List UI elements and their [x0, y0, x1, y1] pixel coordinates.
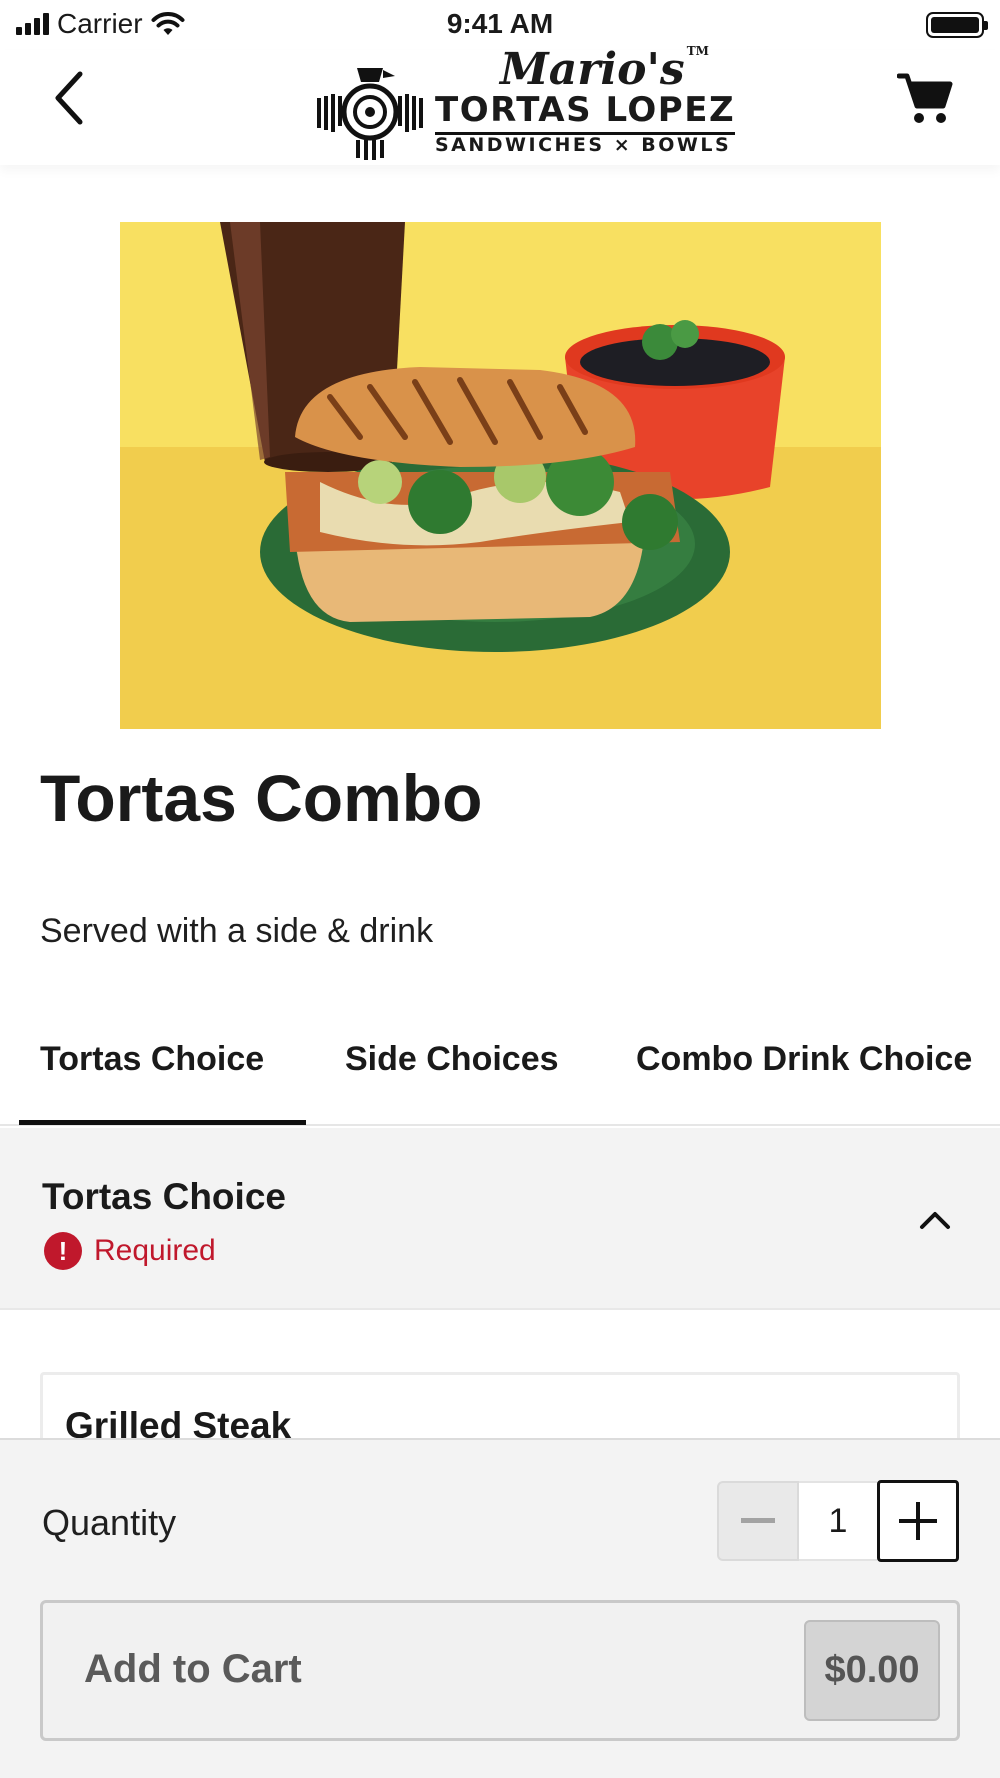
shopping-cart-icon [897, 73, 953, 123]
required-indicator: ! Required [44, 1232, 216, 1270]
cart-footer: Quantity 1 Add to Cart $0.00 [0, 1438, 1000, 1778]
price-badge: $0.00 [804, 1620, 940, 1721]
section-title: Tortas Choice [42, 1176, 286, 1217]
back-button[interactable] [40, 68, 100, 128]
tab-tortas-choice[interactable]: Tortas Choice [40, 1040, 264, 1079]
add-to-cart-label: Add to Cart [84, 1647, 302, 1691]
product-description: Served with a side & drink [40, 912, 434, 950]
alert-icon: ! [44, 1232, 82, 1270]
minus-icon [741, 1518, 775, 1523]
tab-combo-drink-choice[interactable]: Combo Drink Choice [636, 1040, 972, 1079]
logo-name: TORTAS LOPEZ [435, 90, 736, 135]
plus-icon [899, 1502, 937, 1540]
add-to-cart-button[interactable]: Add to Cart $0.00 [40, 1600, 960, 1741]
collapse-toggle[interactable] [910, 1200, 960, 1240]
increment-button[interactable] [877, 1480, 959, 1562]
logo-tagline: SANDWICHES × BOWLS [435, 134, 732, 156]
quantity-value: 1 [799, 1481, 877, 1561]
section-header-tortas-choice[interactable]: Tortas Choice ! Required [0, 1128, 1000, 1310]
option-tabs: Tortas Choice Side Choices Combo Drink C… [0, 1020, 1000, 1126]
status-time: 9:41 AM [446, 8, 554, 39]
battery-icon [926, 12, 988, 38]
required-label: Required [94, 1234, 216, 1267]
decrement-button[interactable] [717, 1481, 799, 1561]
chevron-left-icon [55, 71, 83, 125]
product-title: Tortas Combo [40, 761, 483, 835]
torta-combo-photo [120, 222, 881, 729]
quantity-label: Quantity [42, 1502, 177, 1543]
logo-script: Mario's TM [500, 44, 709, 95]
cart-button[interactable] [890, 64, 960, 134]
app-header: Mario's TM TORTAS LOPEZ SANDWICHES × BOWL… [0, 44, 1000, 165]
chevron-up-icon [920, 1212, 950, 1229]
brand-logo: Mario's TM TORTAS LOPEZ SANDWICHES × BOWL… [313, 44, 736, 162]
active-tab-indicator [19, 1120, 306, 1125]
thunderbird-logo-icon [317, 68, 423, 160]
tab-side-choices[interactable]: Side Choices [345, 1040, 559, 1079]
product-image [120, 222, 881, 729]
quantity-stepper: 1 [717, 1480, 959, 1563]
status-bar: Carrier 9:41 AM [0, 0, 1000, 50]
